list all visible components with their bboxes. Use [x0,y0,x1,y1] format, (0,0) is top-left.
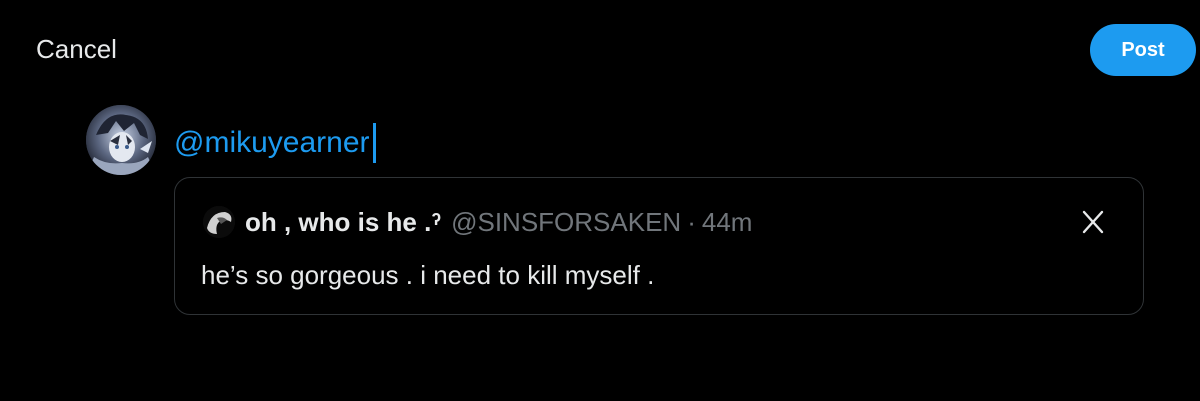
quoted-post-card: oh , who is he .ˀ @SINSFORSAKEN · 44m he… [174,177,1144,315]
cancel-button[interactable]: Cancel [36,34,117,64]
close-icon [1082,210,1104,234]
avatar-image [86,105,156,175]
avatar [86,105,156,175]
quoted-post-text: he’s so gorgeous . i need to kill myself… [201,260,655,290]
remove-quote-button[interactable] [1077,206,1109,238]
compose-input[interactable]: @mikuyearner [174,123,376,163]
quoted-timestamp: 44m [701,207,753,237]
quoted-author-avatar-image [203,206,235,238]
post-button[interactable]: Post [1090,24,1196,76]
quoted-author-avatar [203,206,235,238]
separator-dot: · [687,207,696,237]
quoted-handle: @SINSFORSAKEN [451,207,682,237]
compose-text: @mikuyearner [174,126,370,159]
quoted-display-name: oh , who is he .ˀ [245,207,442,237]
quoted-post-header: oh , who is he .ˀ @SINSFORSAKEN · 44m [203,206,752,238]
text-cursor [372,123,376,163]
